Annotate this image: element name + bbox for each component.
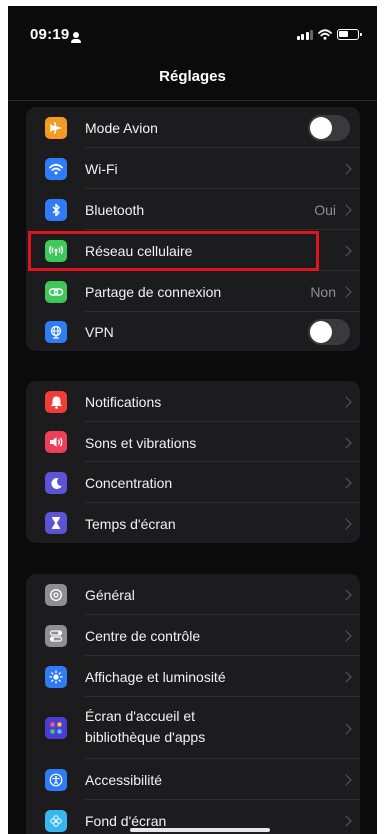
chevron-right-icon [340,396,352,408]
row-label-line1: Écran d'accueil et [85,708,196,724]
chevron-right-icon [340,774,352,786]
row-label: Accessibilité [85,772,163,788]
chevron-right-icon [340,589,352,601]
partage-status-value: Non [310,284,336,300]
flower-icon [45,810,67,832]
airplane-icon [45,117,67,139]
settings-row-sons-et-vibrations[interactable]: Sons et vibrations [26,422,360,462]
wifi-icon [45,158,67,180]
chevron-right-icon [340,437,352,449]
home-indicator[interactable] [130,828,270,832]
chevron-right-icon [340,245,352,257]
row-label: Fond d'écran [85,813,167,829]
bluetooth-icon [45,199,67,221]
chevron-right-icon [340,630,352,642]
sun-icon [45,666,67,688]
battery-icon [337,29,362,40]
vpn-toggle[interactable] [308,319,350,345]
cellular-signal-icon [296,29,313,40]
nav-divider [8,100,377,101]
row-label: Sons et vibrations [85,435,197,451]
globe-icon [45,321,67,343]
settings-group-connectivity: Mode Avion Wi-Fi Bluetooth Oui Réseau ce… [26,107,360,351]
row-label: Concentration [85,475,173,491]
link-icon [45,281,67,303]
row-label: VPN [85,324,114,340]
page-title: Réglages [159,68,226,85]
apps-grid-icon [45,717,67,739]
settings-row-notifications[interactable]: Notifications [26,381,360,422]
chevron-right-icon [340,477,352,489]
person-icon [71,32,82,43]
settings-group-notifications: Notifications Sons et vibrations Concent… [26,381,360,543]
accessibility-icon [45,769,67,791]
gear-icon [45,584,67,606]
status-icons [296,28,362,40]
row-label-line2: bibliothèque d'apps [85,729,206,745]
settings-row-affichage-et-luminosite[interactable]: Affichage et luminosité [26,656,360,697]
row-label: Partage de connexion [85,284,222,300]
settings-row-general[interactable]: Général [26,574,360,615]
settings-row-concentration[interactable]: Concentration [26,462,360,503]
settings-row-accessibilite[interactable]: Accessibilité [26,759,360,800]
bluetooth-status-value: Oui [314,202,336,218]
bell-icon [45,391,67,413]
settings-row-ecran-d-accueil[interactable]: Écran d'accueil et bibliothèque d'apps [26,697,360,759]
chevron-right-icon [340,518,352,530]
settings-row-centre-de-controle[interactable]: Centre de contrôle [26,615,360,656]
settings-group-general: Général Centre de contrôle Affichage et … [26,574,360,834]
settings-row-wifi[interactable]: Wi-Fi [26,148,360,189]
chevron-right-icon [340,286,352,298]
chevron-right-icon [340,723,352,735]
row-label: Affichage et luminosité [85,669,226,685]
mode-avion-toggle[interactable] [308,115,350,141]
highlight-box [28,231,319,271]
settings-row-mode-avion[interactable]: Mode Avion [26,107,360,148]
chevron-right-icon [340,163,352,175]
row-label: Temps d'écran [85,516,176,532]
settings-row-partage-de-connexion[interactable]: Partage de connexion Non [26,271,360,312]
speaker-icon [45,431,67,453]
settings-row-temps-d-ecran[interactable]: Temps d'écran [26,503,360,543]
phone-screen: 09:19 Réglages Mode Avion Wi-Fi Bluetoot… [8,6,377,834]
row-label: Notifications [85,394,162,410]
row-label: Wi-Fi [85,161,118,177]
status-bar: 09:19 [8,6,377,56]
row-label: Mode Avion [85,120,158,136]
row-label: Bluetooth [85,202,145,218]
status-time-wrap: 09:19 [30,26,82,43]
toggles-icon [45,625,67,647]
row-label: Centre de contrôle [85,628,201,644]
row-label: Général [85,587,135,603]
chevron-right-icon [340,204,352,216]
settings-row-bluetooth[interactable]: Bluetooth Oui [26,189,360,230]
wifi-status-icon [318,29,332,40]
settings-row-vpn[interactable]: VPN [26,312,360,351]
hourglass-icon [45,512,67,534]
moon-icon [45,472,67,494]
chevron-right-icon [340,815,352,827]
chevron-right-icon [340,671,352,683]
status-time: 09:19 [30,26,70,43]
